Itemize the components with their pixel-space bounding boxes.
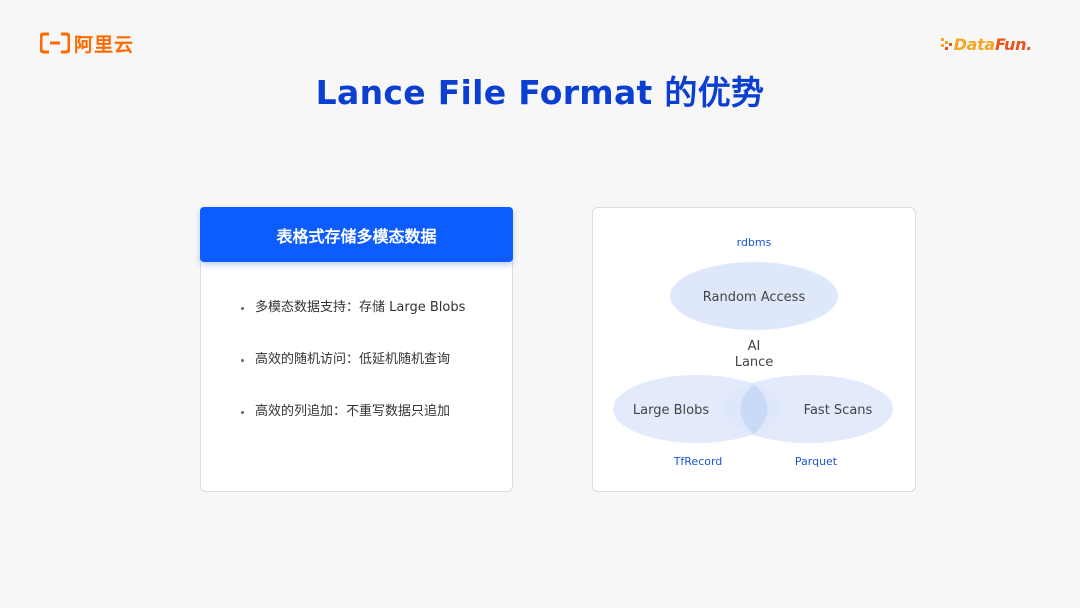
slide: 阿里云 DataFun. Lance File Format 的优势 表格式存储…: [0, 0, 1080, 608]
label-tfrecord: TfRecord: [673, 455, 723, 468]
datafun-logo-text-fun: Fun.: [994, 34, 1032, 54]
alibaba-cloud-logo-text: 阿里云: [74, 33, 135, 56]
feature-item: 多模态数据支持：存储 Large Blobs: [239, 298, 465, 350]
datafun-dots-icon: [940, 38, 952, 50]
features-list: 多模态数据支持：存储 Large Blobs 高效的随机访问：低延机随机查询 高…: [239, 298, 465, 454]
label-large-blobs: Large Blobs: [633, 403, 709, 418]
features-card: 表格式存储多模态数据 多模态数据支持：存储 Large Blobs 高效的随机访…: [200, 207, 513, 492]
feature-item: 高效的列追加：不重写数据只追加: [239, 402, 465, 454]
label-parquet: Parquet: [795, 455, 838, 468]
datafun-logo-text-data: Data: [953, 34, 996, 54]
features-card-header: 表格式存储多模态数据: [200, 207, 513, 262]
venn-diagram-card: rdbms Random Access AI Lance Large Blobs…: [592, 207, 916, 492]
label-fast-scans: Fast Scans: [804, 403, 873, 418]
slide-title: Lance File Format 的优势: [315, 73, 765, 112]
datafun-logo: DataFun.: [940, 33, 1033, 55]
label-ai: AI: [748, 339, 761, 354]
feature-item: 高效的随机访问：低延机随机查询: [239, 350, 465, 402]
label-random-access: Random Access: [703, 290, 806, 305]
alibaba-cloud-logo: 阿里云: [40, 31, 135, 56]
label-rdbms: rdbms: [737, 236, 772, 249]
label-lance: Lance: [735, 355, 774, 370]
datafun-logo-text: DataFun.: [953, 34, 1033, 54]
venn-diagram: rdbms Random Access AI Lance Large Blobs…: [613, 236, 893, 468]
alibaba-cloud-mark-icon: [40, 32, 70, 54]
